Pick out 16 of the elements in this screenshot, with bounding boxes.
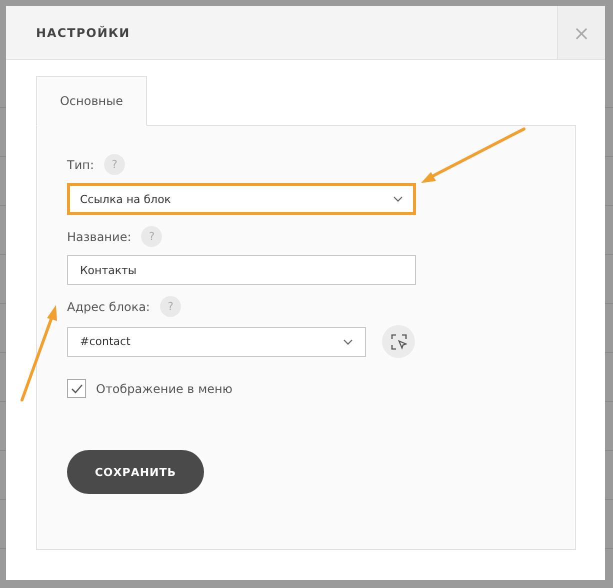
field-label: Адрес блока:: [67, 300, 150, 314]
checkbox[interactable]: [67, 379, 86, 398]
check-icon: [70, 384, 82, 394]
dialog-title: НАСТРОЙКИ: [36, 26, 130, 40]
cursor-select-icon: [390, 334, 406, 350]
chevron-icon: [343, 338, 353, 344]
checkbox-label: Отображение в меню: [96, 382, 232, 396]
chevron-icon: [393, 196, 403, 202]
save-button[interactable]: СОХРАНИТЬ: [67, 450, 204, 494]
block-picker-button[interactable]: [382, 325, 415, 358]
field-label: Тип:: [67, 158, 94, 172]
tab[interactable]: Основные: [36, 76, 147, 126]
dropdown[interactable]: Ссылка на блок: [67, 183, 416, 215]
dropdown[interactable]: #contact: [67, 326, 366, 356]
field-label: Название:: [67, 230, 132, 244]
input-field[interactable]: Контакты: [67, 255, 416, 285]
